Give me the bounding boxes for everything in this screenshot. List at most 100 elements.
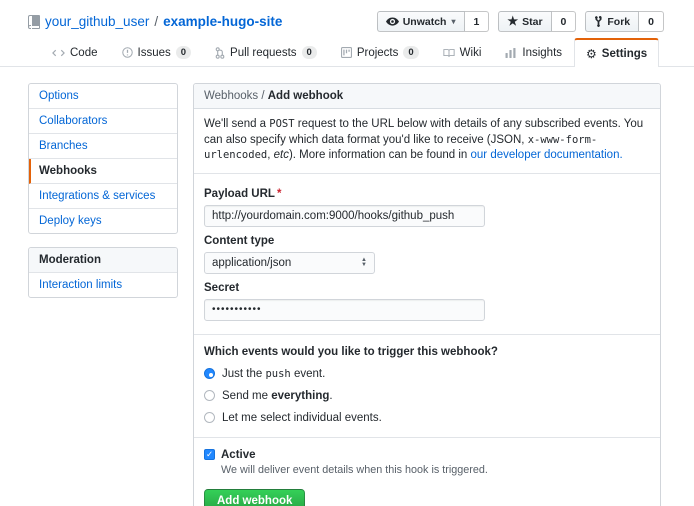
gear-icon: ⚙ xyxy=(586,48,597,60)
push-code: push xyxy=(265,368,290,380)
tab-code[interactable]: Code xyxy=(40,38,110,66)
payload-url-label: Payload URL* xyxy=(204,188,650,200)
tab-projects[interactable]: Projects 0 xyxy=(329,38,431,66)
radio-just-push[interactable]: Just the push event. xyxy=(204,368,650,380)
repo-nav: Code Issues 0 Pull requests 0 Projects 0 xyxy=(0,39,694,67)
add-webhook-button[interactable]: Add webhook xyxy=(204,489,305,506)
breadcrumb: Webhooks / Add webhook xyxy=(194,84,660,109)
sidebar-item-branches[interactable]: Branches xyxy=(29,134,177,159)
settings-sidebar: Options Collaborators Branches Webhooks … xyxy=(28,83,178,311)
select-arrows-icon: ▲ ▼ xyxy=(361,258,367,267)
tab-pull-requests-label: Pull requests xyxy=(230,47,296,59)
tab-wiki[interactable]: Wiki xyxy=(431,38,494,66)
events-question: Which events would you like to trigger t… xyxy=(204,346,650,358)
star-icon: ★ xyxy=(507,15,518,27)
webhook-panel: Webhooks / Add webhook We'll send a POST… xyxy=(193,83,661,506)
repo-actions: Unwatch ▾ 1 ★ Star 0 Fork 0 xyxy=(377,11,664,32)
breadcrumb-separator: / xyxy=(261,90,264,102)
sidebar-item-interaction-limits[interactable]: Interaction limits xyxy=(29,273,177,297)
tab-insights-label: Insights xyxy=(522,47,562,59)
unwatch-button[interactable]: Unwatch ▾ xyxy=(377,11,465,32)
pull-requests-count-badge: 0 xyxy=(302,46,317,59)
secret-label: Secret xyxy=(204,282,650,294)
projects-count-badge: 0 xyxy=(403,46,418,59)
breadcrumb-webhooks-link[interactable]: Webhooks xyxy=(204,90,258,102)
github-webhook-settings-page: your_github_user / example-hugo-site Unw… xyxy=(0,0,694,506)
repo-name-link[interactable]: example-hugo-site xyxy=(163,14,282,29)
repo-owner-link[interactable]: your_github_user xyxy=(45,14,149,29)
moderation-heading: Moderation xyxy=(29,248,177,273)
pull-request-icon xyxy=(215,47,225,59)
tab-issues[interactable]: Issues 0 xyxy=(110,38,204,66)
issue-icon xyxy=(122,47,133,58)
sidebar-item-webhooks[interactable]: Webhooks xyxy=(29,159,177,184)
caret-down-icon: ▾ xyxy=(451,17,455,26)
watch-count[interactable]: 1 xyxy=(465,11,490,32)
sidebar-item-integrations[interactable]: Integrations & services xyxy=(29,184,177,209)
post-code: POST xyxy=(269,118,294,130)
etc-emphasis: etc xyxy=(274,149,289,161)
radio-send-everything[interactable]: Send me everything. xyxy=(204,390,650,402)
repo-separator: / xyxy=(154,14,158,29)
active-note: We will deliver event details when this … xyxy=(221,464,650,476)
sidebar-item-options[interactable]: Options xyxy=(29,84,177,109)
active-label: Active xyxy=(221,449,256,461)
eye-icon xyxy=(386,17,399,26)
projects-icon xyxy=(341,47,352,58)
content-type-value: application/json xyxy=(212,257,291,269)
book-icon xyxy=(443,48,455,58)
radio-individual-events[interactable]: Let me select individual events. xyxy=(204,412,650,424)
sidebar-item-deploy-keys[interactable]: Deploy keys xyxy=(29,209,177,233)
tab-settings-label: Settings xyxy=(602,48,647,60)
code-icon xyxy=(52,49,65,57)
repo-title: your_github_user / example-hugo-site xyxy=(28,14,282,29)
radio-button-icon[interactable] xyxy=(204,390,215,401)
star-count[interactable]: 0 xyxy=(552,11,577,32)
tab-settings[interactable]: ⚙ Settings xyxy=(574,38,659,67)
description-text: ). More information can be found in xyxy=(289,149,471,161)
payload-url-input[interactable] xyxy=(204,205,485,227)
sidebar-item-collaborators[interactable]: Collaborators xyxy=(29,109,177,134)
fork-button[interactable]: Fork xyxy=(585,11,639,32)
webhook-description: We'll send a POST request to the URL bel… xyxy=(194,109,660,174)
repo-header: your_github_user / example-hugo-site Unw… xyxy=(0,0,694,39)
repo-icon xyxy=(28,15,40,29)
radio-button-icon[interactable] xyxy=(204,412,215,423)
checkbox-icon[interactable]: ✓ xyxy=(204,449,215,460)
moderation-menu: Moderation Interaction limits xyxy=(28,247,178,298)
secret-input[interactable] xyxy=(204,299,485,321)
content-type-label: Content type xyxy=(204,235,650,247)
webhook-form: Payload URL* Content type application/js… xyxy=(194,174,660,506)
required-asterisk: * xyxy=(277,188,281,200)
section-divider xyxy=(194,437,660,438)
section-divider xyxy=(194,334,660,335)
fork-label: Fork xyxy=(607,16,630,28)
content-type-select[interactable]: application/json ▲ ▼ xyxy=(204,252,375,274)
tab-insights[interactable]: Insights xyxy=(493,38,574,66)
radio-send-everything-label: Send me everything. xyxy=(222,390,333,402)
payload-url-label-text: Payload URL xyxy=(204,188,275,200)
fork-group: Fork 0 xyxy=(585,11,664,32)
issues-count-badge: 0 xyxy=(176,46,191,59)
radio-individual-events-label: Let me select individual events. xyxy=(222,412,382,424)
star-button[interactable]: ★ Star xyxy=(498,11,551,32)
fork-count[interactable]: 0 xyxy=(639,11,664,32)
settings-menu: Options Collaborators Branches Webhooks … xyxy=(28,83,178,234)
tab-code-label: Code xyxy=(70,47,98,59)
tab-pull-requests[interactable]: Pull requests 0 xyxy=(203,38,329,66)
tab-issues-label: Issues xyxy=(138,47,171,59)
radio-button-icon[interactable] xyxy=(204,368,215,379)
tab-wiki-label: Wiki xyxy=(460,47,482,59)
unwatch-label: Unwatch xyxy=(403,16,447,28)
tab-projects-label: Projects xyxy=(357,47,399,59)
fork-icon xyxy=(594,16,603,28)
star-label: Star xyxy=(522,16,542,28)
radio-just-push-label: Just the push event. xyxy=(222,368,325,380)
watch-group: Unwatch ▾ 1 xyxy=(377,11,490,32)
description-text: We'll send a xyxy=(204,118,269,130)
page-title: Add webhook xyxy=(268,90,343,102)
graph-icon xyxy=(505,48,517,58)
developer-docs-link[interactable]: our developer documentation. xyxy=(471,149,623,161)
active-checkbox-row[interactable]: ✓ Active xyxy=(204,449,650,461)
star-group: ★ Star 0 xyxy=(498,11,576,32)
